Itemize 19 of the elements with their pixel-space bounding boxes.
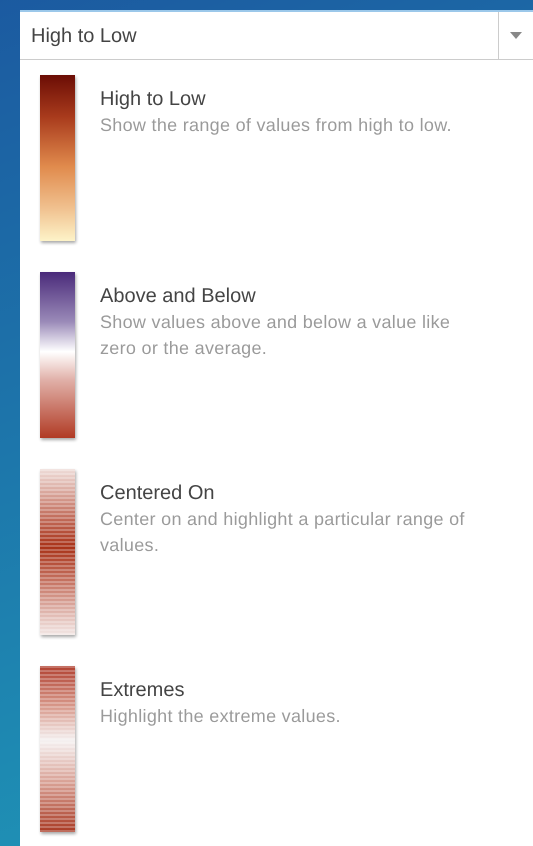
style-option[interactable]: Above and Below Show values above and below a value like zero or the average. [20,272,533,438]
style-option[interactable]: High to Low Show the range of values from high to low. [20,75,533,241]
option-title: Above and Below [100,284,257,309]
sort-dropdown[interactable]: High to Low [20,10,533,60]
color-ramp-icon [40,666,75,832]
color-ramp-icon [40,469,75,635]
option-description: Show the range of values from high to low. [100,114,453,137]
style-option[interactable]: Extremes Highlight the extreme values. [20,666,533,832]
option-title: High to Low [100,87,207,112]
color-ramp-icon [40,272,75,438]
option-description: Show values above and below a value like zero or the average. [100,311,452,360]
style-option[interactable]: Centered On Center on and highlight a particular range of values. [20,469,533,635]
option-description: Highlight the extreme values. [100,705,342,728]
caret-icon [510,32,522,39]
color-ramp-icon [40,75,75,241]
option-description: Center on and highlight a particular range of values. [100,508,466,557]
dropdown-value: High to Low [30,24,138,48]
option-title: Extremes [100,678,186,703]
option-title: Centered On [100,481,216,506]
